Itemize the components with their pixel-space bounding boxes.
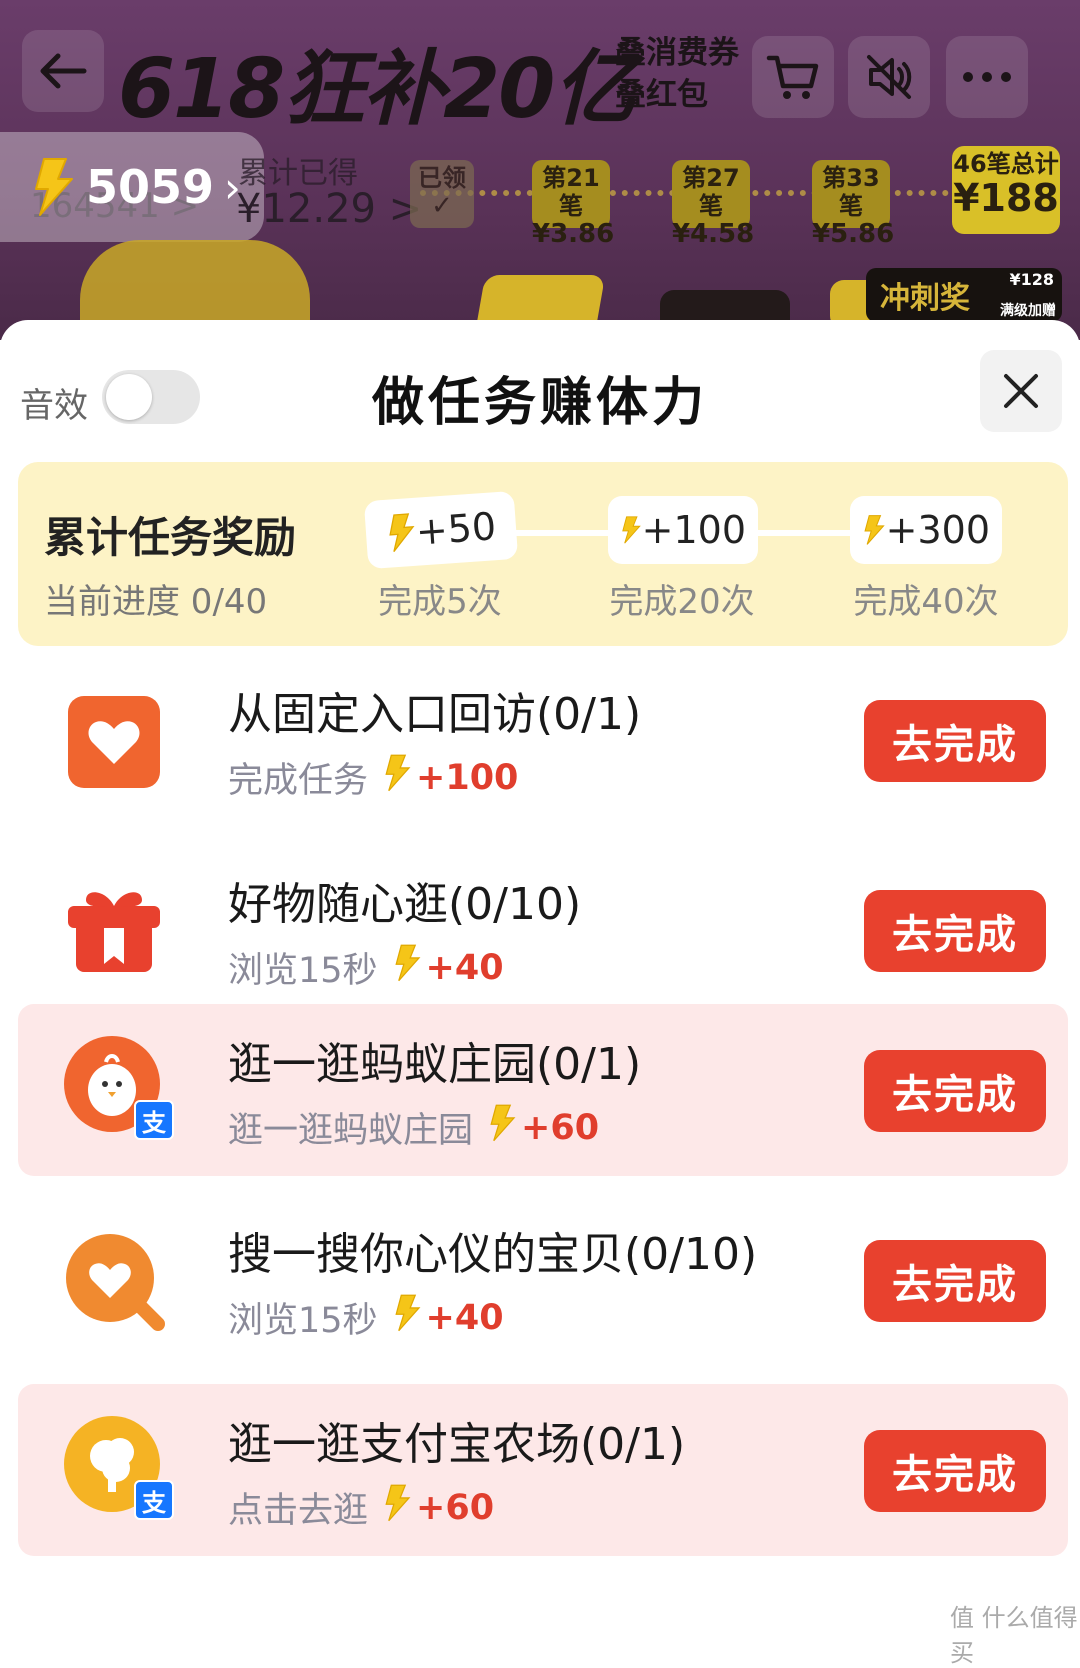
step-value: ¥3.86 [532,219,615,249]
heart-app-icon [68,696,160,788]
energy-bolt-icon [487,1104,517,1151]
cart-button[interactable] [752,36,834,118]
task-title: 搜一搜你心仪的宝贝(0/10) [228,1229,758,1280]
task-desc-text: 完成任务 [228,761,369,801]
milestone-label: 完成20次 [609,582,755,622]
step-33: 第33笔 ¥5.86 [812,160,894,248]
task-desc-text: 点击去逛 [228,1491,369,1531]
task-reward: +40 [425,947,504,988]
event-banner: 618狂补20亿 叠消费券 叠红包 164541 > 5059 › 累计已得 ¥… [0,0,1080,340]
close-button[interactable] [980,350,1062,432]
check-icon: ✓ [431,191,453,221]
task-reward: +40 [425,1297,504,1338]
sheet-title: 做任务赚体力 [371,373,708,433]
energy-bolt-icon [35,158,73,216]
task-desc-text: 浏览15秒 [228,1301,378,1341]
step-label: 已领 [418,164,466,192]
more-button[interactable] [946,36,1028,118]
alipay-badge: 支 [134,1480,174,1520]
energy-bolt-icon [622,516,641,544]
milestone-reward: +300 [885,508,990,552]
task-row: 从固定入口回访(0/1) 完成任务 +100 去完成 [18,654,1068,826]
step-label: 46笔总计 [953,150,1059,178]
step-value: ¥5.86 [812,219,895,249]
go-complete-button[interactable]: 去完成 [864,700,1046,782]
milestone-20[interactable]: +100 [608,496,758,564]
earned-amount[interactable]: ¥12.29 > [236,186,422,232]
more-dots-icon [963,72,1011,82]
go-complete-button[interactable]: 去完成 [864,1240,1046,1322]
energy-bolt-icon [392,944,422,991]
milestone-label: 完成40次 [853,582,999,622]
energy-bolt-icon [382,754,412,801]
step-value: ¥188 [953,176,1059,220]
task-reward: +60 [521,1107,600,1148]
go-complete-button[interactable]: 去完成 [864,1050,1046,1132]
sprint-badge: ¥128 [1009,270,1054,289]
sprint-label: 冲刺奖 [880,281,970,316]
task-reward: +60 [416,1487,495,1528]
event-subtitle: 叠消费券 叠红包 [615,32,739,116]
alipay-badge: 支 [134,1100,174,1140]
reward-title: 累计任务奖励 [44,513,297,562]
arrow-left-icon [40,53,87,89]
task-desc: 完成任务 +100 [228,752,518,803]
task-desc: 浏览15秒 +40 [228,942,504,993]
milestone-reward: +100 [641,508,746,552]
task-desc-text: 逛一逛蚂蚁庄园 [228,1111,474,1151]
task-row: 搜一搜你心仪的宝贝(0/10) 浏览15秒 +40 去完成 [18,1194,1068,1366]
step-value: ¥4.58 [672,219,755,249]
step-27: 第27笔 ¥4.58 [672,160,754,248]
reward-progress: 当前进度 0/40 [44,582,268,622]
energy-bolt-icon [392,1294,422,1341]
task-reward: +100 [416,757,519,798]
energy-bolt-icon [864,515,885,545]
step-21: 第21笔 ¥3.86 [532,160,614,248]
milestone-label: 完成5次 [378,582,502,622]
sprint-note: 满级加赠 [1000,303,1056,319]
step-label: 第33笔 [822,164,880,220]
task-row: 支 逛一逛支付宝农场(0/1) 点击去逛 +60 去完成 [18,1384,1068,1556]
task-title: 好物随心逛(0/10) [228,879,582,930]
cumulative-reward-panel: 累计任务奖励 当前进度 0/40 +50 完成5次 +100 完成20次 +30… [18,462,1068,646]
task-sheet: 音效 做任务赚体力 累计任务奖励 当前进度 0/40 +50 完成5次 +100… [0,320,1080,1632]
close-icon [1004,374,1038,408]
milestone-reward: +50 [414,504,498,554]
watermark: 值 什么值得买 [950,1604,1078,1667]
gift-icon [68,892,160,972]
task-desc: 点击去逛 +60 [228,1482,494,1533]
heart-search-icon [66,1234,165,1331]
event-subtitle-line-1: 叠消费券 [615,35,739,71]
task-row: 好物随心逛(0/10) 浏览15秒 +40 去完成 [18,844,1068,1016]
speaker-muted-icon [867,55,912,99]
go-complete-button[interactable]: 去完成 [864,1430,1046,1512]
back-button[interactable] [22,30,104,112]
step-claimed: 已领 ✓ [410,160,474,228]
energy-bolt-icon [389,513,415,553]
task-title: 逛一逛蚂蚁庄园(0/1) [228,1039,642,1090]
energy-value: 5059 [86,160,215,214]
go-complete-button[interactable]: 去完成 [864,890,1046,972]
event-title: 618狂补20亿 [118,42,635,137]
energy-balance[interactable]: 5059 › [0,132,264,242]
milestone-5[interactable]: +50 [363,490,519,570]
task-row: 支 逛一逛蚂蚁庄园(0/1) 逛一逛蚂蚁庄园 +60 去完成 [18,1004,1068,1176]
task-title: 从固定入口回访(0/1) [228,689,642,740]
mute-button[interactable] [848,36,930,118]
milestone-40[interactable]: +300 [850,496,1002,564]
task-desc: 浏览15秒 +40 [228,1292,504,1343]
step-label: 第21笔 [542,164,600,220]
event-subtitle-line-2: 叠红包 [615,77,708,113]
step-label: 第27笔 [682,164,740,220]
energy-bolt-icon [382,1484,412,1531]
task-title: 逛一逛支付宝农场(0/1) [228,1419,686,1470]
step-total: 46笔总计 ¥188 [952,146,1060,234]
shopping-cart-icon [766,55,819,99]
task-desc: 逛一逛蚂蚁庄园 +60 [228,1102,599,1153]
task-desc-text: 浏览15秒 [228,951,378,991]
sprint-reward[interactable]: 冲刺奖 ¥128 满级加赠 [866,268,1062,322]
